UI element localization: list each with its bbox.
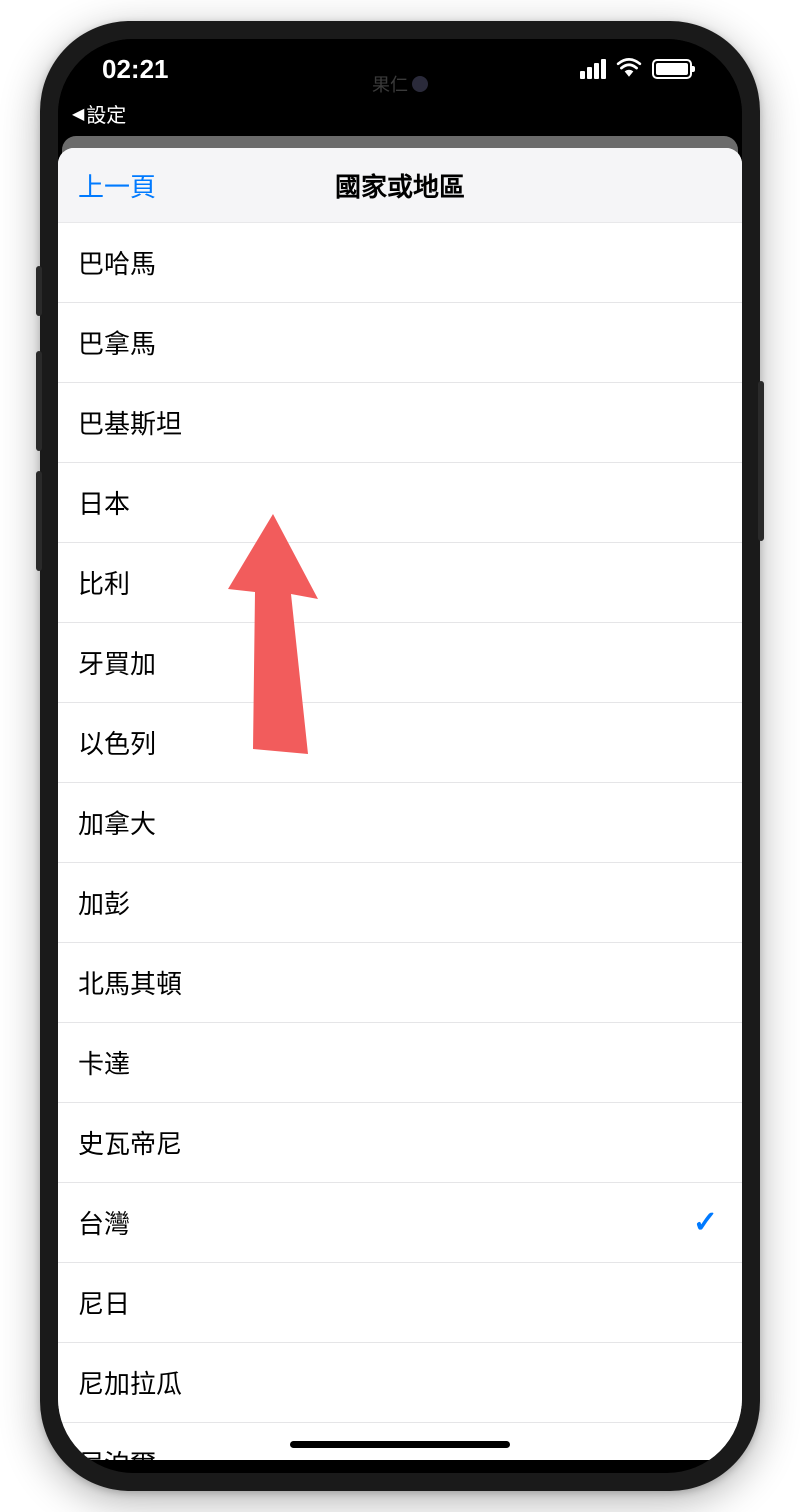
volume-down-button [36,471,42,571]
list-item[interactable]: 比利 [58,543,742,623]
status-icons [580,57,692,82]
country-label: 加彭 [78,884,130,921]
list-item[interactable]: 北馬其頓 [58,943,742,1023]
list-item[interactable]: 巴拿馬 [58,303,742,383]
country-label: 日本 [78,484,130,521]
country-label: 尼泊爾 [78,1444,156,1460]
content-sheet: 上一頁 國家或地區 巴哈馬巴拿馬巴基斯坦日本比利牙買加以色列加拿大加彭北馬其頓卡… [58,148,742,1460]
country-label: 史瓦帝尼 [78,1124,182,1161]
home-indicator[interactable] [290,1441,510,1448]
phone-screen: 02:21 果仁 [58,39,742,1473]
country-label: 以色列 [78,724,156,761]
power-button [758,381,764,541]
status-time: 02:21 [102,54,169,85]
breadcrumb-back-icon: ◀ [72,104,84,124]
country-label: 巴基斯坦 [78,404,182,441]
list-item[interactable]: 史瓦帝尼 [58,1103,742,1183]
country-label: 牙買加 [78,644,156,681]
dynamic-island: 果仁 [310,59,490,109]
page-title: 國家或地區 [335,167,465,204]
island-text: 果仁 [372,71,408,97]
list-item[interactable]: 台灣 ✓ [58,1183,742,1263]
list-item[interactable]: 日本 [58,463,742,543]
back-button[interactable]: 上一頁 [78,167,156,204]
list-item[interactable]: 尼加拉瓜 [58,1343,742,1423]
country-label: 尼加拉瓜 [78,1364,182,1401]
silent-switch [36,266,42,316]
checkmark-icon: ✓ [693,1205,718,1240]
breadcrumb-label: 設定 [86,99,126,128]
country-label: 卡達 [78,1044,130,1081]
list-item[interactable]: 加拿大 [58,783,742,863]
wifi-icon [616,57,642,82]
status-bar: 02:21 果仁 [58,39,742,99]
battery-icon [652,59,692,79]
island-dot-icon [412,76,428,92]
country-label: 加拿大 [78,804,156,841]
list-item[interactable]: 尼日 [58,1263,742,1343]
list-item[interactable]: 牙買加 [58,623,742,703]
phone-frame: 02:21 果仁 [40,21,760,1491]
country-label: 台灣 [78,1204,130,1241]
country-label: 巴哈馬 [78,244,156,281]
country-label: 北馬其頓 [78,964,182,1001]
volume-up-button [36,351,42,451]
list-item[interactable]: 以色列 [58,703,742,783]
list-item[interactable]: 巴基斯坦 [58,383,742,463]
list-item[interactable]: 卡達 [58,1023,742,1103]
list-item[interactable]: 加彭 [58,863,742,943]
country-label: 尼日 [78,1284,130,1321]
nav-header: 上一頁 國家或地區 [58,148,742,223]
country-label: 比利 [78,564,130,601]
cellular-signal-icon [580,59,606,79]
list-item[interactable]: 巴哈馬 [58,223,742,303]
country-label: 巴拿馬 [78,324,156,361]
country-list[interactable]: 巴哈馬巴拿馬巴基斯坦日本比利牙買加以色列加拿大加彭北馬其頓卡達史瓦帝尼台灣 ✓ 尼日… [58,223,742,1460]
